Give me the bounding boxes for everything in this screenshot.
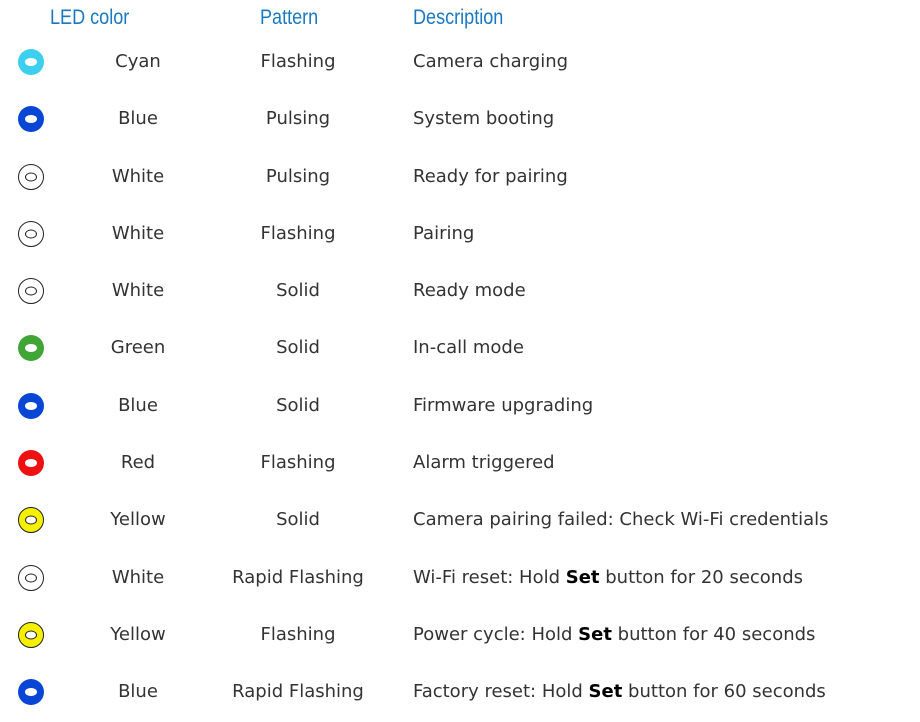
header-pattern: Pattern [260, 6, 319, 29]
pattern-label: Flashing [260, 51, 336, 72]
led-dot-icon [18, 49, 44, 75]
led-color-label: Blue [118, 108, 158, 130]
led-status-table: Cyan Flashing Camera charging Blue Pulsing Sy… [0, 34, 920, 722]
description-cell: System booting [413, 108, 554, 130]
description-cell: Camera pairing failed: Check Wi-Fi crede… [413, 509, 829, 531]
table-header: LED color Pattern Description [0, 6, 920, 34]
description-text: System booting [413, 108, 555, 130]
table-row: Blue Pulsing System booting [0, 91, 920, 148]
pattern-label: Pulsing [265, 165, 331, 187]
set-button-label: Set [565, 566, 600, 588]
description-text: Alarm triggered [413, 452, 555, 474]
led-ring-icon [18, 163, 44, 190]
led-ring-icon [18, 220, 44, 247]
description-text: Ready mode [413, 280, 526, 302]
description-text: Ready for pairing [413, 165, 568, 187]
pattern-label: Solid [276, 509, 320, 531]
description-cell: In-call mode [413, 337, 524, 359]
set-button-label: Set [588, 681, 623, 703]
table-row: Blue Rapid Flashing Factory reset: Hold Se… [0, 664, 920, 721]
led-color-label: Green [110, 337, 166, 359]
led-color-label: White [111, 165, 165, 187]
description-text: Power cycle: Hold [413, 623, 579, 645]
led-color-label: White [111, 566, 165, 588]
led-dot-icon [18, 335, 44, 362]
description-text-suffix: button for 40 seconds [611, 623, 816, 645]
pattern-label: Solid [276, 337, 320, 359]
pattern-label: Rapid Flashing [232, 681, 364, 703]
led-dot-icon [18, 106, 44, 133]
description-text: In-call mode [413, 337, 524, 359]
led-color-label: Red [120, 452, 156, 474]
description-cell: Firmware upgrading [413, 395, 593, 417]
table-row: Yellow Flashing Power cycle: Hold Set butt… [0, 607, 920, 664]
led-color-label: White [111, 222, 165, 244]
description-text: Camera pairing failed: Check Wi-Fi crede… [413, 509, 829, 531]
led-color-label: Blue [118, 681, 158, 703]
pattern-label: Pulsing [265, 108, 331, 130]
table-row: White Rapid Flashing Wi-Fi reset: Hold Set… [0, 550, 920, 607]
led-color-label: Yellow [110, 509, 166, 531]
led-ring-icon [18, 507, 44, 534]
led-ring-icon [18, 621, 44, 648]
table-row: White Solid Ready mode [0, 263, 920, 320]
led-ring-icon [18, 564, 44, 591]
led-color-label: Cyan [115, 51, 161, 72]
table-row: Yellow Solid Camera pairing failed: Check … [0, 492, 920, 549]
led-dot-icon [18, 450, 44, 477]
pattern-label: Flashing [260, 452, 336, 474]
description-cell: Wi-Fi reset: Hold Set button for 20 seco… [413, 567, 803, 589]
description-text-suffix: button for 20 seconds [599, 566, 804, 588]
table-row: Blue Solid Firmware upgrading [0, 378, 920, 435]
header-led-color: LED color [50, 6, 130, 29]
description-text: Factory reset: Hold [413, 681, 589, 703]
description-cell: Alarm triggered [413, 452, 555, 474]
led-dot-icon [18, 679, 44, 706]
pattern-label: Solid [276, 394, 320, 416]
led-dot-icon [18, 392, 44, 419]
led-color-label: Yellow [110, 623, 166, 645]
table-row: Green Solid In-call mode [0, 320, 920, 377]
description-text: Camera charging [413, 51, 569, 72]
led-color-label: Blue [118, 394, 158, 416]
table-row: Cyan Flashing Camera charging [0, 34, 920, 91]
description-text: Wi-Fi reset: Hold [413, 566, 566, 588]
led-color-label: White [111, 280, 165, 302]
description-cell: Factory reset: Hold Set button for 60 se… [413, 681, 826, 703]
led-ring-icon [18, 278, 44, 305]
description-cell: Power cycle: Hold Set button for 40 seco… [413, 624, 815, 646]
description-cell: Camera charging [413, 51, 568, 73]
table-row: White Pulsing Ready for pairing [0, 149, 920, 206]
set-button-label: Set [578, 623, 612, 645]
description-cell: Ready mode [413, 280, 526, 302]
header-description: Description [413, 6, 504, 29]
pattern-label: Solid [276, 280, 320, 302]
description-cell: Ready for pairing [413, 166, 568, 188]
description-cell: Pairing [413, 223, 474, 245]
pattern-label: Flashing [260, 222, 336, 244]
description-text: Pairing [413, 222, 475, 244]
pattern-label: Rapid Flashing [232, 566, 364, 588]
description-text: Firmware upgrading [413, 394, 594, 416]
table-row: White Flashing Pairing [0, 206, 920, 263]
description-text-suffix: button for 60 seconds [622, 681, 826, 703]
pattern-label: Flashing [260, 623, 336, 645]
table-row: Red Flashing Alarm triggered [0, 435, 920, 492]
